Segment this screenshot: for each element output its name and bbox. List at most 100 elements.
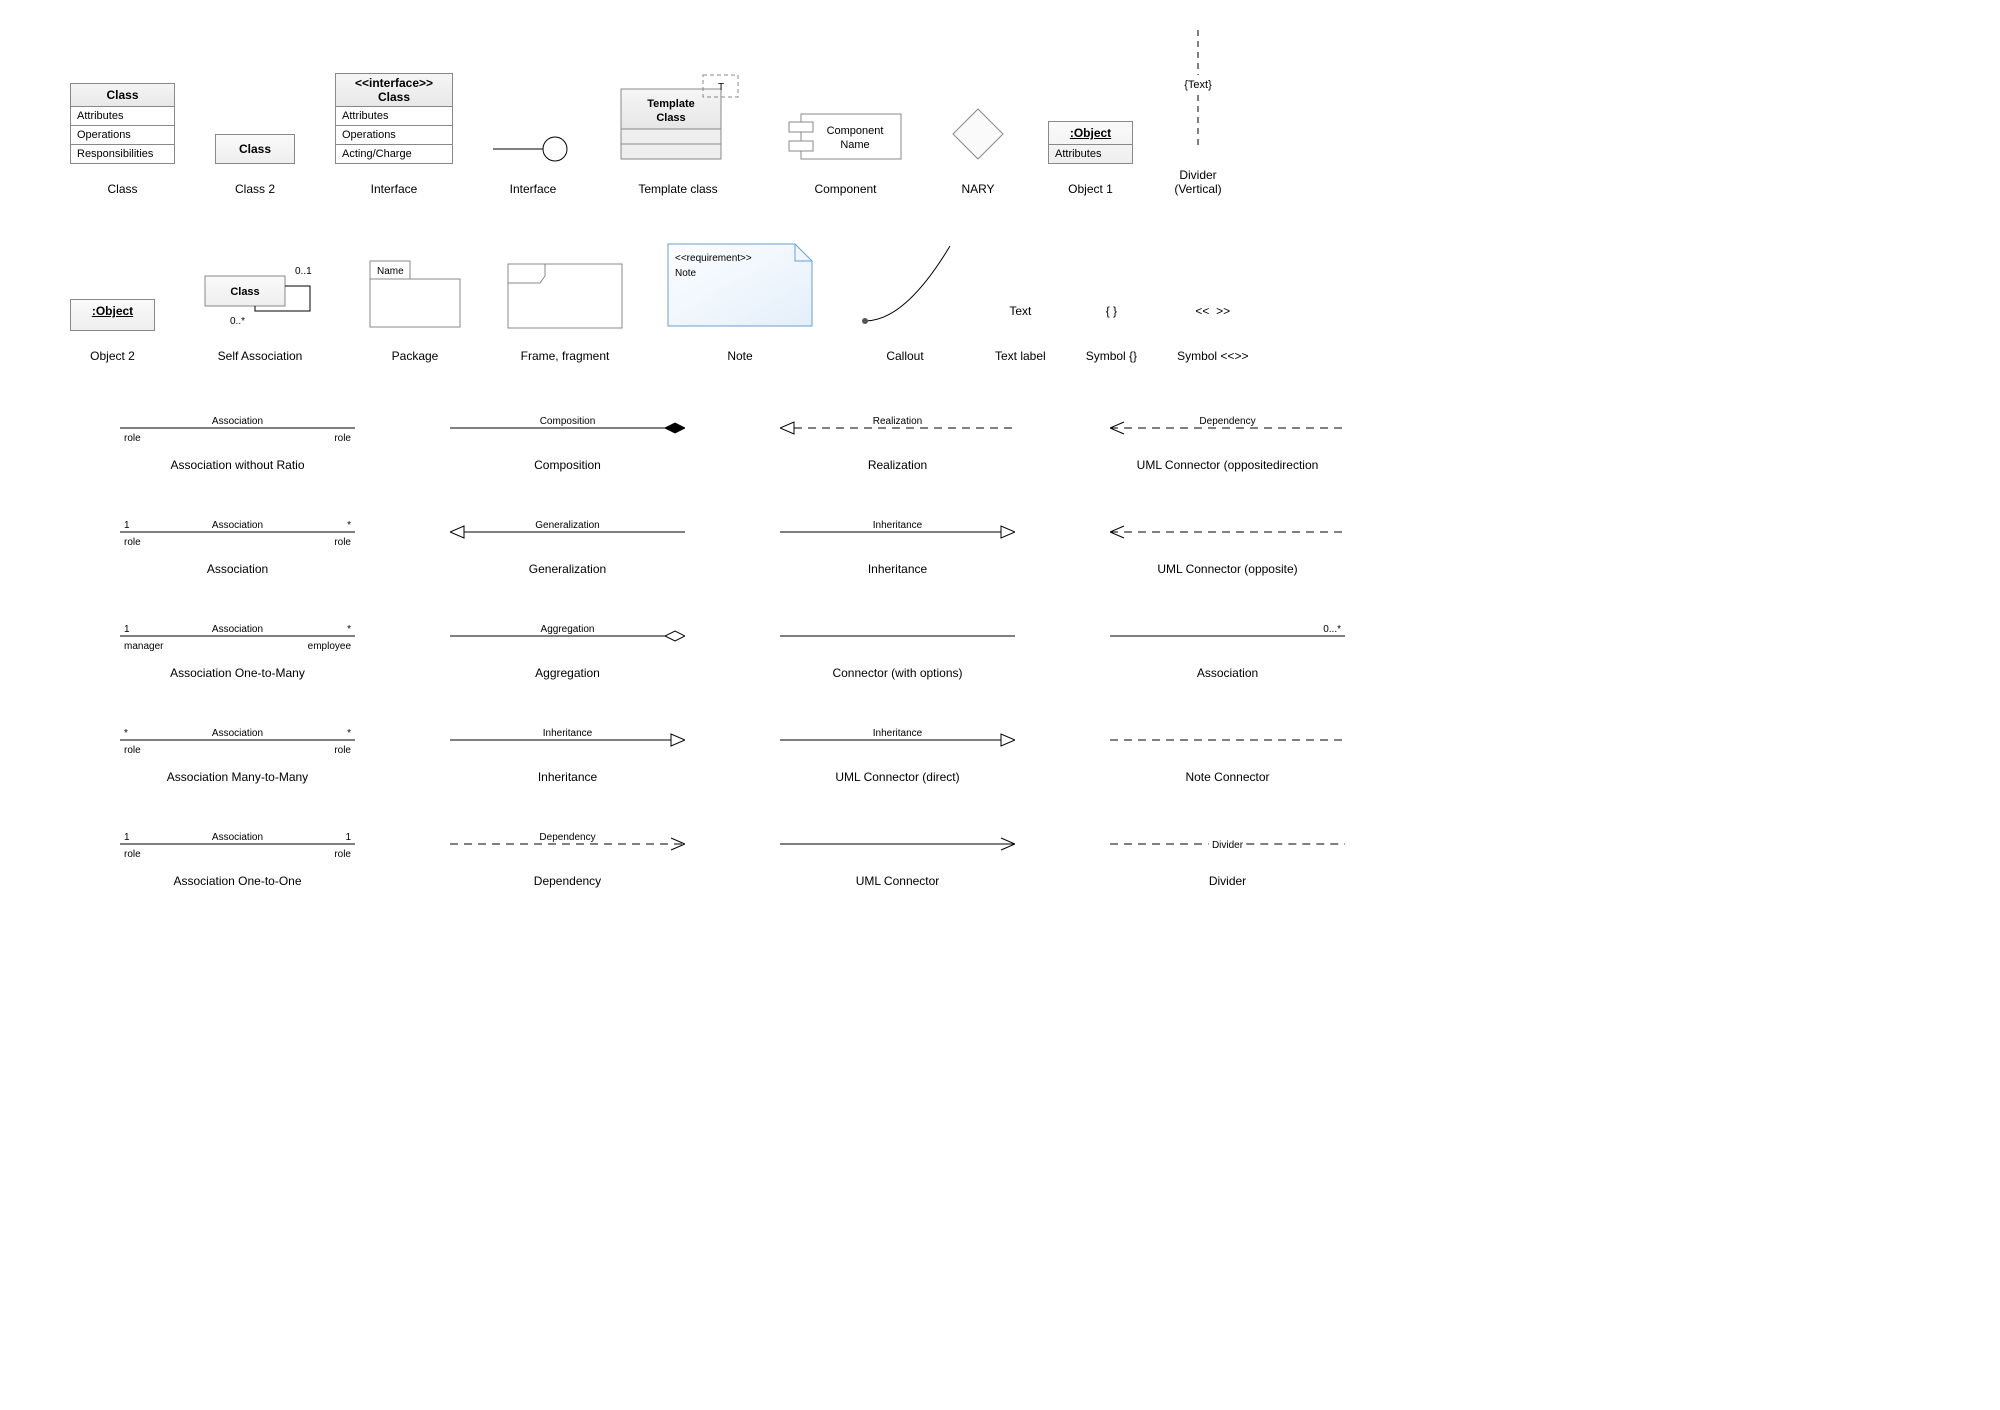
svg-text:Realization: Realization xyxy=(873,416,922,427)
svg-text:role: role xyxy=(334,537,351,548)
caption: Association xyxy=(1197,666,1258,680)
caption: Connector (with options) xyxy=(832,666,962,680)
caption: Divider xyxy=(1209,874,1246,888)
svg-text:Inheritance: Inheritance xyxy=(873,728,923,739)
object1-title: :Object xyxy=(1049,122,1132,145)
palette-composition[interactable]: CompositionComposition xyxy=(450,408,685,472)
self-assoc-icon: Class 0..1 0..* xyxy=(195,251,325,331)
association2-icon: 0...* xyxy=(1110,616,1345,654)
palette-interface[interactable]: <<interface>> Class Attributes Operation… xyxy=(335,73,453,196)
palette-inheritance2[interactable]: InheritanceInheritance xyxy=(450,720,685,784)
palette-assoc-1-1[interactable]: Association11roleroleAssociation One-to-… xyxy=(120,824,355,888)
palette-symbol-brace[interactable]: { } Symbol {} xyxy=(1086,291,1137,363)
palette-nary[interactable]: NARY xyxy=(948,104,1008,196)
caption: Object 2 xyxy=(90,349,135,363)
caption: Association Many-to-Many xyxy=(167,770,308,784)
svg-text:Template: Template xyxy=(647,98,694,110)
object1-attr: Attributes xyxy=(1049,145,1132,163)
composition-icon: Composition xyxy=(450,408,685,446)
palette-conn-options[interactable]: Connector (with options) xyxy=(780,616,1015,680)
svg-text:Association: Association xyxy=(212,624,263,635)
palette-text-label[interactable]: Text Text label xyxy=(995,291,1046,363)
palette-dependency[interactable]: Dependency Dependency xyxy=(450,824,685,888)
palette-class2[interactable]: Class Class 2 xyxy=(215,134,295,196)
dependency-icon: Dependency xyxy=(450,824,685,862)
svg-text:Class: Class xyxy=(230,286,259,298)
svg-text:employee: employee xyxy=(308,641,352,652)
palette-class[interactable]: Class Attributes Operations Responsibili… xyxy=(70,83,175,196)
palette-uml-conn[interactable]: UML Connector xyxy=(780,824,1015,888)
palette-symbol-angle[interactable]: << >> Symbol <<>> xyxy=(1177,291,1248,363)
object2-title: :Object xyxy=(71,300,154,322)
uml-conn-icon xyxy=(780,824,1015,862)
caption: UML Connector (direct) xyxy=(835,770,959,784)
palette-assoc-many-many[interactable]: Association**roleroleAssociation Many-to… xyxy=(120,720,355,784)
svg-text:Note: Note xyxy=(675,268,697,279)
svg-text:manager: manager xyxy=(124,641,164,652)
palette-note-conn[interactable]: Note Connector xyxy=(1110,720,1345,784)
conn-options-icon xyxy=(780,616,1015,654)
palette-generalization[interactable]: GeneralizationGeneralization xyxy=(450,512,685,576)
palette-object1[interactable]: :Object Attributes Object 1 xyxy=(1048,121,1133,196)
palette-aggregation[interactable]: AggregationAggregation xyxy=(450,616,685,680)
palette-divider-h[interactable]: Divider Divider xyxy=(1110,824,1345,888)
palette-interface-lollipop[interactable]: Interface xyxy=(493,134,573,196)
palette-component[interactable]: Component Name Component xyxy=(783,109,908,196)
caption: Symbol <<>> xyxy=(1177,349,1248,363)
uml-opp-dep-icon: Dependency xyxy=(1110,408,1345,446)
palette-self-assoc[interactable]: Class 0..1 0..* Self Association xyxy=(195,251,325,363)
assoc-1-many-icon: Association1*manageremployee xyxy=(120,616,355,654)
caption: Realization xyxy=(868,458,927,472)
palette-divider-v[interactable]: {Text} Divider (Vertical) xyxy=(1173,30,1223,196)
palette-uml-opposite[interactable]: UML Connector (opposite) xyxy=(1110,512,1345,576)
palette-association[interactable]: Association1*rolerole Association xyxy=(120,512,355,576)
brace-sample: { } xyxy=(1106,291,1117,331)
svg-text:Dependency: Dependency xyxy=(1199,416,1255,427)
caption: Callout xyxy=(886,349,923,363)
palette-callout[interactable]: Callout xyxy=(855,241,955,363)
caption: Class xyxy=(107,182,137,196)
svg-text:1: 1 xyxy=(124,520,130,531)
caption: Template class xyxy=(638,182,717,196)
package-icon: Name xyxy=(365,256,465,331)
svg-text:Aggregation: Aggregation xyxy=(541,624,595,635)
palette-template[interactable]: T Template Class Template class xyxy=(613,69,743,196)
palette-package[interactable]: Name Package xyxy=(365,256,465,363)
palette-object2[interactable]: :Object Object 2 xyxy=(70,299,155,363)
interface-act: Acting/Charge xyxy=(336,145,452,163)
palette-uml-opp-dep[interactable]: DependencyUML Connector (oppositedirecti… xyxy=(1110,408,1345,472)
palette-assoc-no-ratio[interactable]: AssociationroleroleAssociation without R… xyxy=(120,408,355,472)
callout-icon xyxy=(855,241,955,331)
palette-inheritance[interactable]: InheritanceInheritance xyxy=(780,512,1015,576)
svg-text:Dependency: Dependency xyxy=(539,832,595,843)
svg-text:Inheritance: Inheritance xyxy=(873,520,923,531)
caption: Generalization xyxy=(529,562,606,576)
svg-text:0...*: 0...* xyxy=(1323,624,1341,635)
palette-uml-direct[interactable]: Inheritance UML Connector (direct) xyxy=(780,720,1015,784)
svg-text:role: role xyxy=(124,745,141,756)
palette-realization[interactable]: Realization Realization xyxy=(780,408,1015,472)
svg-text:Divider: Divider xyxy=(1212,840,1244,851)
caption: Note xyxy=(727,349,752,363)
association-icon: Association1*rolerole xyxy=(120,512,355,550)
text-sample: Text xyxy=(1009,291,1031,331)
caption: NARY xyxy=(961,182,994,196)
palette-association2[interactable]: 0...* Association xyxy=(1110,616,1345,680)
aggregation-icon: Aggregation xyxy=(450,616,685,654)
caption: Dependency xyxy=(534,874,601,888)
palette-note[interactable]: <<requirement>> Note Note xyxy=(665,241,815,363)
caption: Association without Ratio xyxy=(170,458,304,472)
svg-text:{Text}: {Text} xyxy=(1184,79,1212,91)
caption: Component xyxy=(814,182,876,196)
palette-frame[interactable]: Frame, fragment xyxy=(505,261,625,363)
caption: Self Association xyxy=(218,349,303,363)
svg-text:0..1: 0..1 xyxy=(295,266,312,277)
caption: UML Connector xyxy=(856,874,940,888)
palette-assoc-1-many[interactable]: Association1*manageremployeeAssociation … xyxy=(120,616,355,680)
svg-text:Class: Class xyxy=(656,112,685,124)
caption: Association xyxy=(207,562,268,576)
svg-text:Association: Association xyxy=(212,728,263,739)
interface-stereo: <<interface>> xyxy=(340,76,448,90)
caption: Symbol {} xyxy=(1086,349,1137,363)
interface-attr: Attributes xyxy=(336,107,452,126)
